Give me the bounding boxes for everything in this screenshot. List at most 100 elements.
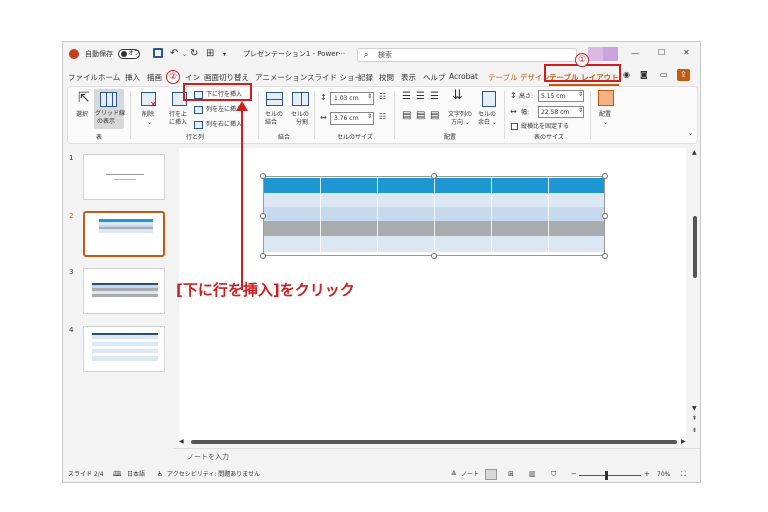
scroll-left-icon[interactable]: ◀ bbox=[179, 439, 184, 445]
slideshow-icon[interactable]: ⛉ bbox=[551, 471, 556, 478]
slide-sorter-icon[interactable]: ⊞ bbox=[508, 471, 514, 478]
fit-to-window-icon[interactable]: ⛶ bbox=[681, 471, 686, 478]
undo-dropdown-icon[interactable]: ⌄ bbox=[182, 52, 187, 58]
table-object[interactable] bbox=[260, 173, 608, 259]
tab-help[interactable]: ヘルプ bbox=[423, 72, 446, 83]
customize-qat-icon[interactable]: ▾ bbox=[223, 52, 226, 58]
account-avatar[interactable] bbox=[588, 47, 618, 61]
zoom-slider[interactable] bbox=[579, 471, 641, 480]
resize-handle[interactable] bbox=[260, 173, 266, 179]
zoom-slider-thumb[interactable] bbox=[605, 471, 608, 480]
comments-icon[interactable]: ▭ bbox=[660, 71, 668, 79]
close-icon[interactable]: ✕ bbox=[683, 49, 690, 57]
insert-right-button[interactable]: 列を右に挿入 bbox=[192, 119, 252, 131]
next-slide-icon[interactable]: ⇟ bbox=[692, 428, 697, 434]
scroll-thumb[interactable] bbox=[693, 216, 697, 278]
record-icon[interactable]: ◉ bbox=[623, 71, 630, 79]
insert-above-label-2[interactable]: に挿入 bbox=[169, 120, 187, 126]
split-label-2[interactable]: 分割 bbox=[296, 120, 308, 126]
resize-handle[interactable] bbox=[602, 213, 608, 219]
cell-margins-label-2[interactable]: 余白 ⌄ bbox=[478, 120, 497, 126]
text-direction-label-2[interactable]: 方向 ⌄ bbox=[451, 120, 470, 126]
tab-home[interactable]: ホーム bbox=[98, 72, 120, 83]
spinner-icon[interactable]: ⇕ bbox=[367, 94, 372, 100]
text-direction-label-1[interactable]: 文字列の bbox=[448, 112, 472, 118]
spellcheck-icon[interactable]: 🕮 bbox=[113, 471, 121, 478]
tab-acrobat[interactable]: Acrobat bbox=[449, 72, 478, 81]
arrange-dropdown-icon[interactable]: ⌄ bbox=[603, 120, 608, 126]
tab-animations[interactable]: アニメーション bbox=[255, 72, 307, 83]
slide-thumbnail-2[interactable] bbox=[83, 211, 165, 257]
gridlines-button[interactable]: グリッド線 の表示 bbox=[94, 89, 125, 129]
resize-handle[interactable] bbox=[260, 213, 266, 219]
distribute-rows-icon[interactable]: ☷ bbox=[379, 93, 386, 101]
undo-icon[interactable]: ↶ bbox=[170, 49, 178, 59]
zoom-level[interactable]: 70% bbox=[657, 472, 670, 478]
tab-transitions[interactable]: 画面切り替え bbox=[204, 72, 249, 83]
resize-handle[interactable] bbox=[602, 253, 608, 259]
delete-dropdown-icon[interactable]: ⌄ bbox=[147, 120, 152, 126]
scroll-thumb[interactable] bbox=[191, 440, 677, 444]
split-label-1[interactable]: セルの bbox=[291, 112, 309, 118]
delete-label[interactable]: 削除 bbox=[142, 112, 154, 118]
table-height-input[interactable]: 5.15 cm ⇕ bbox=[538, 90, 584, 102]
notes-icon[interactable]: ≙ bbox=[451, 471, 457, 478]
distribute-cols-icon[interactable]: ☷ bbox=[379, 113, 386, 121]
spinner-icon[interactable]: ⇕ bbox=[578, 108, 583, 114]
accessibility-label[interactable]: アクセシビリティ: 問題ありません bbox=[167, 472, 260, 478]
tab-record[interactable]: 記録 bbox=[358, 72, 373, 83]
normal-view-icon[interactable] bbox=[485, 469, 497, 480]
insert-above-label-1[interactable]: 行を上 bbox=[169, 112, 187, 118]
align-bottom-icon[interactable]: ▤ bbox=[430, 111, 439, 121]
scroll-down-icon[interactable]: ▼ bbox=[692, 406, 697, 412]
horizontal-scrollbar[interactable]: ◀ ▶ bbox=[179, 438, 689, 446]
zoom-in-icon[interactable]: + bbox=[644, 471, 650, 478]
slide-thumbnail-1[interactable] bbox=[83, 154, 165, 200]
tab-insert[interactable]: 挿入 bbox=[125, 72, 140, 83]
accessibility-icon[interactable]: ♿ bbox=[157, 471, 163, 478]
scroll-right-icon[interactable]: ▶ bbox=[681, 439, 686, 445]
merge-label-2[interactable]: 結合 bbox=[265, 120, 277, 126]
cell-height-input[interactable]: 1.03 cm ⇕ bbox=[330, 92, 374, 105]
align-left-icon[interactable]: ☰ bbox=[402, 92, 411, 102]
tab-review[interactable]: 校閲 bbox=[379, 72, 394, 83]
cell-margins-icon[interactable] bbox=[482, 91, 496, 107]
zoom-out-icon[interactable]: − bbox=[571, 471, 577, 478]
language-label[interactable]: 日本語 bbox=[127, 472, 145, 478]
align-center-icon[interactable]: ☰ bbox=[416, 92, 425, 102]
merge-cells-icon[interactable] bbox=[266, 92, 283, 106]
lock-aspect-checkbox[interactable] bbox=[511, 123, 518, 130]
cell-margins-label-1[interactable]: セルの bbox=[478, 112, 496, 118]
table-width-input[interactable]: 22.58 cm ⇕ bbox=[538, 106, 584, 118]
scroll-up-icon[interactable]: ▲ bbox=[692, 150, 697, 156]
reading-view-icon[interactable]: ▥ bbox=[529, 471, 536, 478]
prev-slide-icon[interactable]: ⇞ bbox=[692, 416, 697, 422]
text-direction-icon[interactable]: ⇊ bbox=[452, 89, 463, 102]
camera-icon[interactable]: ◙ bbox=[640, 71, 648, 79]
collapse-ribbon-icon[interactable]: ⌄ bbox=[688, 131, 693, 137]
tab-table-design[interactable]: テーブル デザイン bbox=[488, 72, 550, 83]
resize-handle[interactable] bbox=[260, 253, 266, 259]
tab-file[interactable]: ファイル bbox=[68, 72, 98, 83]
save-icon[interactable] bbox=[153, 48, 163, 58]
maximize-icon[interactable]: ☐ bbox=[658, 49, 665, 57]
cell-width-input[interactable]: 3.76 cm ⇕ bbox=[330, 112, 374, 125]
share-icon[interactable]: ⇪ bbox=[677, 69, 690, 81]
notes-button-label[interactable]: ノート bbox=[461, 472, 479, 478]
arrange-label[interactable]: 配置 bbox=[599, 112, 611, 118]
slide-thumbnail-3[interactable] bbox=[83, 268, 165, 314]
split-cells-icon[interactable] bbox=[292, 92, 309, 106]
autosave-toggle[interactable]: オフ bbox=[118, 49, 140, 59]
resize-handle[interactable] bbox=[602, 173, 608, 179]
touch-mode-icon[interactable]: ⊞ bbox=[206, 49, 214, 59]
search-box[interactable]: ⌕ 検索 bbox=[357, 48, 577, 62]
tab-view[interactable]: 表示 bbox=[401, 72, 416, 83]
spinner-icon[interactable]: ⇕ bbox=[367, 114, 372, 120]
align-right-icon[interactable]: ☰ bbox=[430, 92, 439, 102]
align-top-icon[interactable]: ▤ bbox=[402, 111, 411, 121]
merge-label-1[interactable]: セルの bbox=[265, 112, 283, 118]
tab-design[interactable]: イン bbox=[185, 72, 200, 83]
notes-pane[interactable]: ノートを入力 bbox=[173, 448, 700, 466]
slide-thumbnail-4[interactable] bbox=[83, 326, 165, 372]
tab-slideshow[interactable]: スライド ショー bbox=[307, 72, 362, 83]
